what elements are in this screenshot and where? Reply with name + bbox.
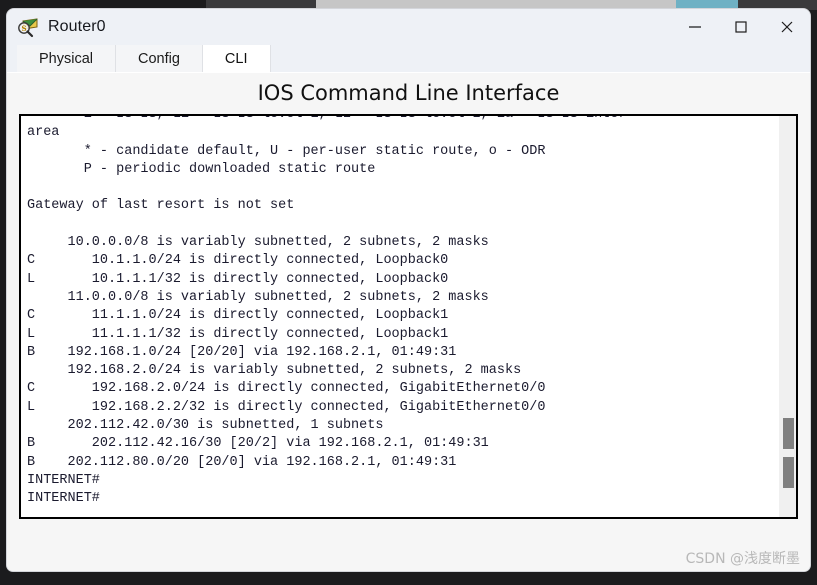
router-cli-window: S Router0 Physical Config CLI IOS Comman…	[6, 8, 811, 572]
terminal-scrollbar[interactable]	[779, 116, 796, 517]
window-title: Router0	[48, 18, 106, 35]
cli-panel: IOS Command Line Interface i - IS-IS, L1…	[7, 73, 810, 571]
watermark-text: CSDN @浅度断墨	[685, 551, 800, 567]
inspect-envelope-icon: S	[17, 16, 39, 38]
scrollbar-thumb-lower[interactable]	[783, 457, 794, 488]
terminal-text: i - IS-IS, L1 - IS-IS level-1, L2 - IS-I…	[27, 116, 627, 507]
minimize-button[interactable]	[672, 9, 718, 45]
close-button[interactable]	[764, 9, 810, 45]
terminal-output-area[interactable]: i - IS-IS, L1 - IS-IS level-1, L2 - IS-I…	[21, 116, 779, 517]
svg-text:S: S	[21, 24, 26, 33]
window-titlebar[interactable]: S Router0	[7, 9, 810, 45]
tab-physical[interactable]: Physical	[17, 45, 116, 72]
window-controls	[672, 9, 810, 45]
tab-config[interactable]: Config	[116, 45, 203, 72]
terminal-container: i - IS-IS, L1 - IS-IS level-1, L2 - IS-I…	[19, 114, 798, 519]
page-title: IOS Command Line Interface	[257, 81, 560, 105]
tab-bar: Physical Config CLI	[7, 45, 810, 73]
tab-cli[interactable]: CLI	[202, 45, 271, 72]
scrollbar-thumb-upper[interactable]	[783, 418, 794, 449]
maximize-button[interactable]	[718, 9, 764, 45]
